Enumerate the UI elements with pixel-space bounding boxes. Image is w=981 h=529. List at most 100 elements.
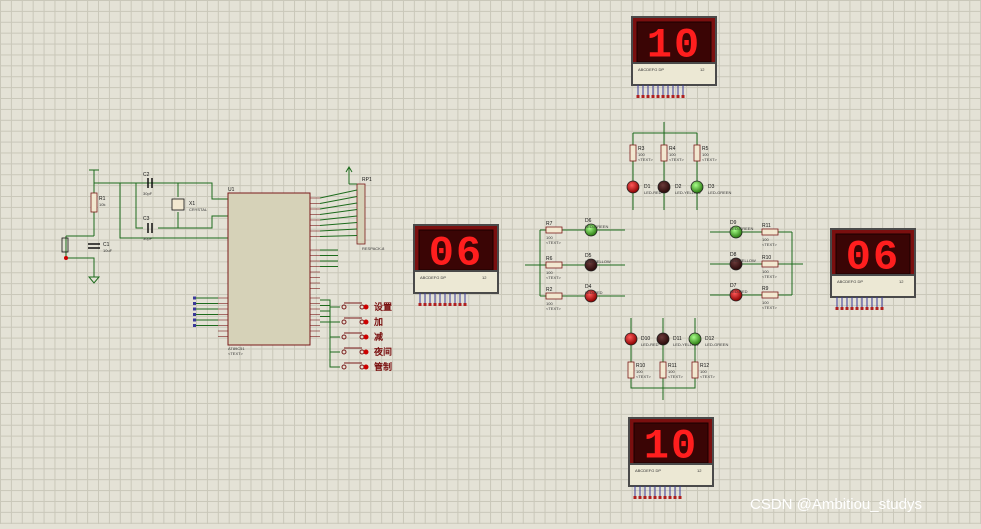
button-contact xyxy=(341,364,347,370)
reset-switch[interactable] xyxy=(61,237,69,260)
button-label: 夜间 xyxy=(373,346,392,357)
wire-east xyxy=(778,231,803,296)
led-d6[interactable]: D6LED-GREEN xyxy=(584,218,608,237)
resistor-r12[interactable]: R12100<TEXT> xyxy=(691,361,716,379)
resistor-ref: R7 xyxy=(546,221,553,227)
crystal-x1[interactable]: X1 CRYSTAL xyxy=(171,198,208,212)
capacitor-c1[interactable]: C1 10uF xyxy=(88,242,113,253)
display-pin-end xyxy=(875,307,879,310)
resistor-r2[interactable]: R2100<TEXT> xyxy=(545,287,563,311)
push-button-1[interactable]: 设置 xyxy=(341,301,392,312)
resistor-r10[interactable]: R10100<TEXT> xyxy=(627,361,652,379)
u1-placeholder: <TEXT> xyxy=(228,351,244,356)
button-state-dot xyxy=(363,364,369,370)
led-d4[interactable]: D4LED-RED xyxy=(584,284,603,303)
led-d8[interactable]: D8LED-YELLOW xyxy=(729,252,756,271)
display-pin-end xyxy=(855,307,859,310)
led-d1[interactable]: D1LED-RED xyxy=(626,180,662,195)
display-pin-label: 12 xyxy=(700,67,705,72)
button-contact xyxy=(341,349,347,355)
display-north[interactable]: 10ABCDEFG DP 12 xyxy=(631,16,717,98)
resistor-r3[interactable]: R3100<TEXT> xyxy=(629,144,654,162)
display-pin-end xyxy=(453,303,457,306)
display-pin-end xyxy=(880,307,884,310)
led-type: LED-GREEN xyxy=(705,342,728,347)
button-state-dot xyxy=(363,319,369,325)
led-type: LED-RED xyxy=(585,290,603,295)
u1-ref: U1 xyxy=(228,187,235,193)
led-d10[interactable]: D10LED-RED xyxy=(624,332,659,347)
resistor-r11[interactable]: R11100<TEXT> xyxy=(761,223,779,247)
button-label: 管制 xyxy=(374,361,392,372)
button-contact xyxy=(359,349,365,355)
mcu-u1[interactable]: U1 AT89C51 <TEXT> xyxy=(218,187,320,356)
led-d5[interactable]: D5LED-YELLOW xyxy=(584,253,611,272)
button-label: 减 xyxy=(374,331,383,342)
display-pin-end xyxy=(643,496,647,499)
rp1-part: RESPACK-8 xyxy=(362,246,385,251)
display-pin-end xyxy=(638,496,642,499)
led-body xyxy=(690,180,704,194)
port0-wire xyxy=(319,235,358,237)
led-type: LED-GREEN xyxy=(585,224,608,229)
button-contact xyxy=(359,304,365,310)
display-south[interactable]: 10ABCDEFG DP 12 xyxy=(628,417,714,499)
resistor-placeholder: <TEXT> xyxy=(762,242,778,247)
button-contact xyxy=(359,364,365,370)
resistor-r4[interactable]: R4100<TEXT> xyxy=(660,144,685,162)
resistor-r10[interactable]: R10100<TEXT> xyxy=(761,255,779,279)
display-segment-label: ABCDEFG DP xyxy=(638,67,664,72)
display-pin-end xyxy=(656,95,660,98)
button-state-dot xyxy=(363,304,369,310)
resistor-pack-rp1[interactable]: RP1 RESPACK-8 xyxy=(356,177,385,251)
display-pin-end xyxy=(438,303,442,306)
c3-ref: C3 xyxy=(143,216,150,222)
push-button-3[interactable]: 减 xyxy=(341,331,383,342)
capacitor-c3[interactable]: C3 30pF xyxy=(143,216,153,241)
display-pin-end xyxy=(646,95,650,98)
display-pin-end xyxy=(458,303,462,306)
wire-south-leds xyxy=(630,345,696,362)
push-button-5[interactable]: 管制 xyxy=(341,361,392,372)
display-pin-end xyxy=(418,303,422,306)
net-terminal xyxy=(193,313,196,316)
push-button-4[interactable]: 夜间 xyxy=(341,346,392,357)
resistor-body xyxy=(761,291,779,299)
led-body xyxy=(624,332,638,346)
display-pin-end xyxy=(845,307,849,310)
led-d12[interactable]: D12LED-GREEN xyxy=(688,332,728,347)
resistor-r7[interactable]: R7100<TEXT> xyxy=(545,221,563,245)
button-state-dot xyxy=(363,349,369,355)
button-label: 设置 xyxy=(374,301,392,312)
watermark-text: CSDN @Ambitiou_studys xyxy=(750,496,922,513)
display-west[interactable]: 06ABCDEFG DP 12 xyxy=(413,224,499,306)
resistor-r9[interactable]: R9100<TEXT> xyxy=(761,286,779,310)
led-d7[interactable]: D7LED-RED xyxy=(729,283,748,302)
resistor-placeholder: <TEXT> xyxy=(700,374,716,379)
resistor-r11[interactable]: R11100<TEXT> xyxy=(659,361,684,379)
resistor-placeholder: <TEXT> xyxy=(546,306,562,311)
resistor-r1[interactable]: R1 10k xyxy=(90,192,106,213)
display-pin-end xyxy=(463,303,467,306)
button-contact xyxy=(359,319,365,325)
resistor-body xyxy=(545,292,563,300)
led-body xyxy=(626,180,640,194)
resistor-placeholder: <TEXT> xyxy=(546,275,562,280)
resistor-r6[interactable]: R6100<TEXT> xyxy=(545,256,563,280)
push-button-2[interactable]: 加 xyxy=(341,316,383,327)
display-pin-end xyxy=(850,307,854,310)
resistor-body xyxy=(761,228,779,236)
display-pin-end xyxy=(860,307,864,310)
resistor-body xyxy=(659,361,667,379)
display-east[interactable]: 06ABCDEFG DP 12 xyxy=(830,228,916,310)
display-pin-end xyxy=(840,307,844,310)
wire-north xyxy=(632,122,698,145)
led-d9[interactable]: D9LED-GREEN xyxy=(729,220,753,239)
resistor-r5[interactable]: R5100<TEXT> xyxy=(693,144,718,162)
resistor-placeholder: <TEXT> xyxy=(669,157,685,162)
display-pin-end xyxy=(671,95,675,98)
capacitor-c2[interactable]: C2 30pF xyxy=(143,172,153,196)
net-terminal xyxy=(193,324,196,327)
led-d3[interactable]: D3LED-GREEN xyxy=(690,180,731,195)
schematic-canvas[interactable]: R1 10k C1 10uF C2 30pF C3 30pF X1 CRYSTA… xyxy=(0,0,981,524)
